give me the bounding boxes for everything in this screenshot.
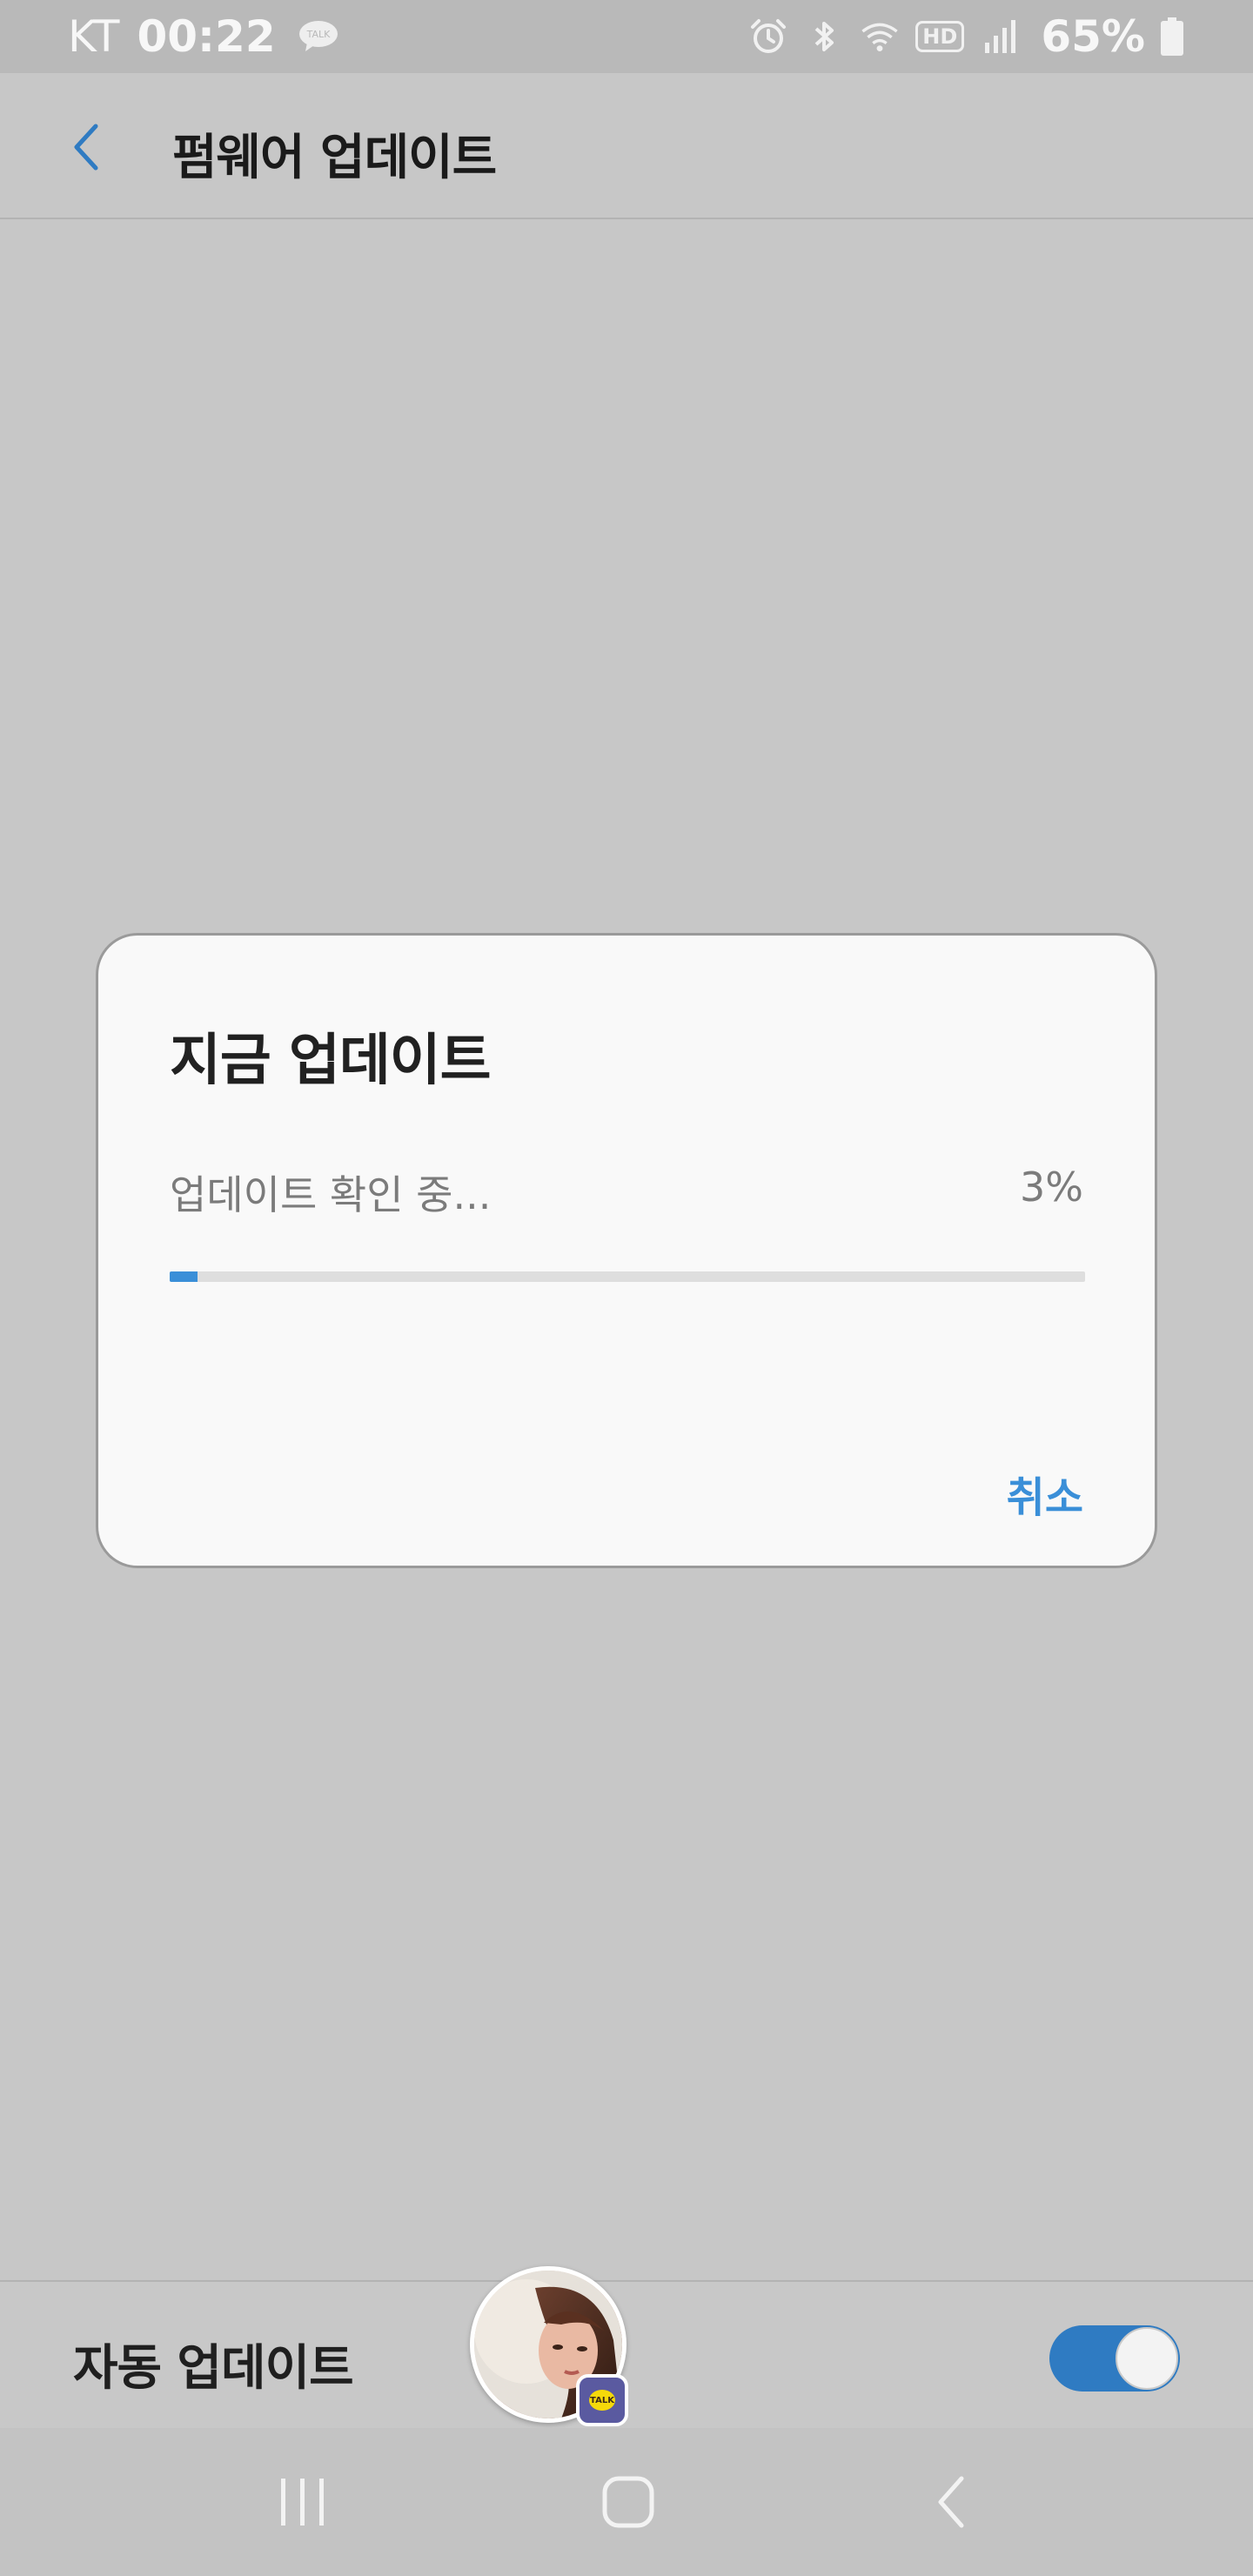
update-progress-dialog: 지금 업데이트 업데이트 확인 중... 3% 취소 [96, 933, 1157, 1568]
dialog-title: 지금 업데이트 [170, 1029, 492, 1093]
cancel-button[interactable]: 취소 [1007, 1463, 1083, 1524]
auto-update-toggle[interactable] [1049, 2325, 1180, 2392]
hd-voice-icon: HD [915, 21, 965, 52]
app-header: 펌웨어 업데이트 [0, 73, 1253, 219]
progress-status-text: 업데이트 확인 중... [170, 1171, 492, 1218]
status-left: KT 00:22 TALK [68, 11, 340, 62]
progress-bar [170, 1271, 1085, 1282]
home-button[interactable] [541, 2428, 715, 2576]
back-button[interactable] [59, 117, 111, 178]
battery-icon [1161, 17, 1183, 56]
page-title: 펌웨어 업데이트 [172, 130, 497, 186]
clock: 00:22 [137, 11, 276, 62]
recents-button[interactable] [216, 2428, 390, 2576]
battery-percent: 65% [1041, 11, 1145, 62]
recents-icon [281, 2479, 324, 2526]
progress-bar-fill [170, 1271, 198, 1282]
bluetooth-icon [804, 17, 844, 57]
home-icon [602, 2476, 654, 2528]
kakaotalk-badge-icon: TALK [576, 2374, 628, 2426]
wifi-icon [860, 17, 900, 57]
carrier-label: KT [68, 11, 120, 62]
progress-percent: 3% [1020, 1164, 1083, 1211]
kakaotalk-notification-icon: TALK [297, 20, 340, 53]
status-right: HD 65% [748, 11, 1183, 62]
alarm-icon [748, 17, 788, 57]
signal-icon [980, 17, 1020, 57]
nav-back-button[interactable] [867, 2428, 1041, 2576]
auto-update-label: 자동 업데이트 [73, 2340, 354, 2397]
chevron-left-icon [74, 124, 98, 171]
navigation-bar [0, 2428, 1253, 2576]
status-bar: KT 00:22 TALK HD 65% [0, 0, 1253, 73]
back-icon [938, 2476, 964, 2528]
talk-icon-text: TALK [305, 29, 331, 40]
toggle-knob [1116, 2327, 1178, 2390]
